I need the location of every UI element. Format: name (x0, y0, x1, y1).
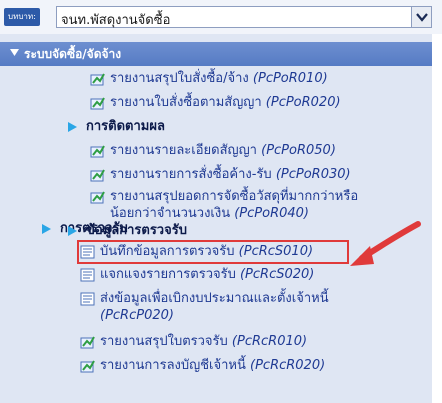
form-icon (80, 292, 95, 306)
menu-item-label-line2: น้อยกว่าจำนวนวงเงิน (110, 206, 235, 221)
form-icon (80, 268, 95, 282)
report-icon (90, 191, 105, 204)
menu-item-label: บันทึกข้อมูลการตรวจรับ (100, 244, 239, 259)
role-value: จนท.พัสดุงานจัดซื้อ (61, 13, 171, 28)
menu-item-code: (PcRcP020) (100, 308, 174, 323)
section-header-label: ระบบจัดซื้อ/จัดจ้าง (24, 47, 122, 61)
chevron-down-icon (10, 49, 19, 56)
menu-item-code: (PcPoR050) (261, 143, 336, 158)
report-icon (80, 336, 95, 349)
menu-item-code: (PcRcS020) (239, 267, 315, 282)
menu-item-code: (PcPoR010) (252, 71, 328, 86)
report-icon (90, 169, 105, 182)
expand-triangle-icon (68, 226, 77, 236)
menu-item-label: รายงานการลงบัญชีเจ้าหนี้ (100, 358, 251, 373)
group-label: การติดตามผล (86, 119, 165, 134)
role-select[interactable]: จนท.พัสดุงานจัดซื้อ (56, 6, 432, 28)
menu-item-code: (PcRcR010) (231, 334, 308, 349)
menu-item-label: รายงานใบสั่งซื้อตามสัญญา (110, 95, 266, 110)
role-label: บทบาท: (4, 8, 40, 26)
chevron-down-icon (416, 13, 428, 22)
menu-item-label: ส่งข้อมูลเพื่อเบิกงบประมาณและตั้งเจ้าหนี… (100, 291, 329, 306)
expand-triangle-icon (68, 122, 77, 132)
menu-item-label: แจกแจงรายการตรวจรับ (100, 267, 240, 282)
menu-item-code: (PcPoR040) (234, 206, 310, 221)
dropdown-button[interactable] (411, 7, 431, 27)
form-icon (80, 245, 95, 259)
expand-triangle-icon (42, 224, 51, 234)
report-icon (90, 97, 105, 110)
report-icon (80, 360, 95, 373)
menu-item-code: (PcPoR020) (265, 95, 341, 110)
arrow-icon (350, 221, 421, 266)
panel-gutter (432, 34, 442, 403)
menu-item-label: รายงานสรุปยอดการจัดซื้อวัสดุที่มากกว่าหร… (110, 189, 359, 204)
report-icon (90, 73, 105, 86)
menu-item-code: (PcRcS010) (238, 244, 314, 259)
menu-item-label: รายงานสรุปใบตรวจรับ (100, 334, 232, 349)
menu-item-label: รายงานสรุปใบสั่งซื้อ/จ้าง (110, 71, 253, 86)
report-icon (90, 145, 105, 158)
menu-item-label: รายงานรายละเอียดสัญญา (110, 143, 262, 158)
menu-item-code: (PcRcR020) (250, 358, 326, 373)
menu-item-code: (PcPoR030) (275, 167, 351, 182)
group-label: ข้อมูลการตรวจรับ (86, 223, 187, 238)
menu-item-label: รายงานรายการสั่งซื้อค้าง-รับ (110, 167, 276, 182)
role-bar: บทบาท: จนท.พัสดุงานจัดซื้อ (0, 0, 442, 34)
section-header-procurement[interactable]: ระบบจัดซื้อ/จัดจ้าง (0, 42, 432, 66)
